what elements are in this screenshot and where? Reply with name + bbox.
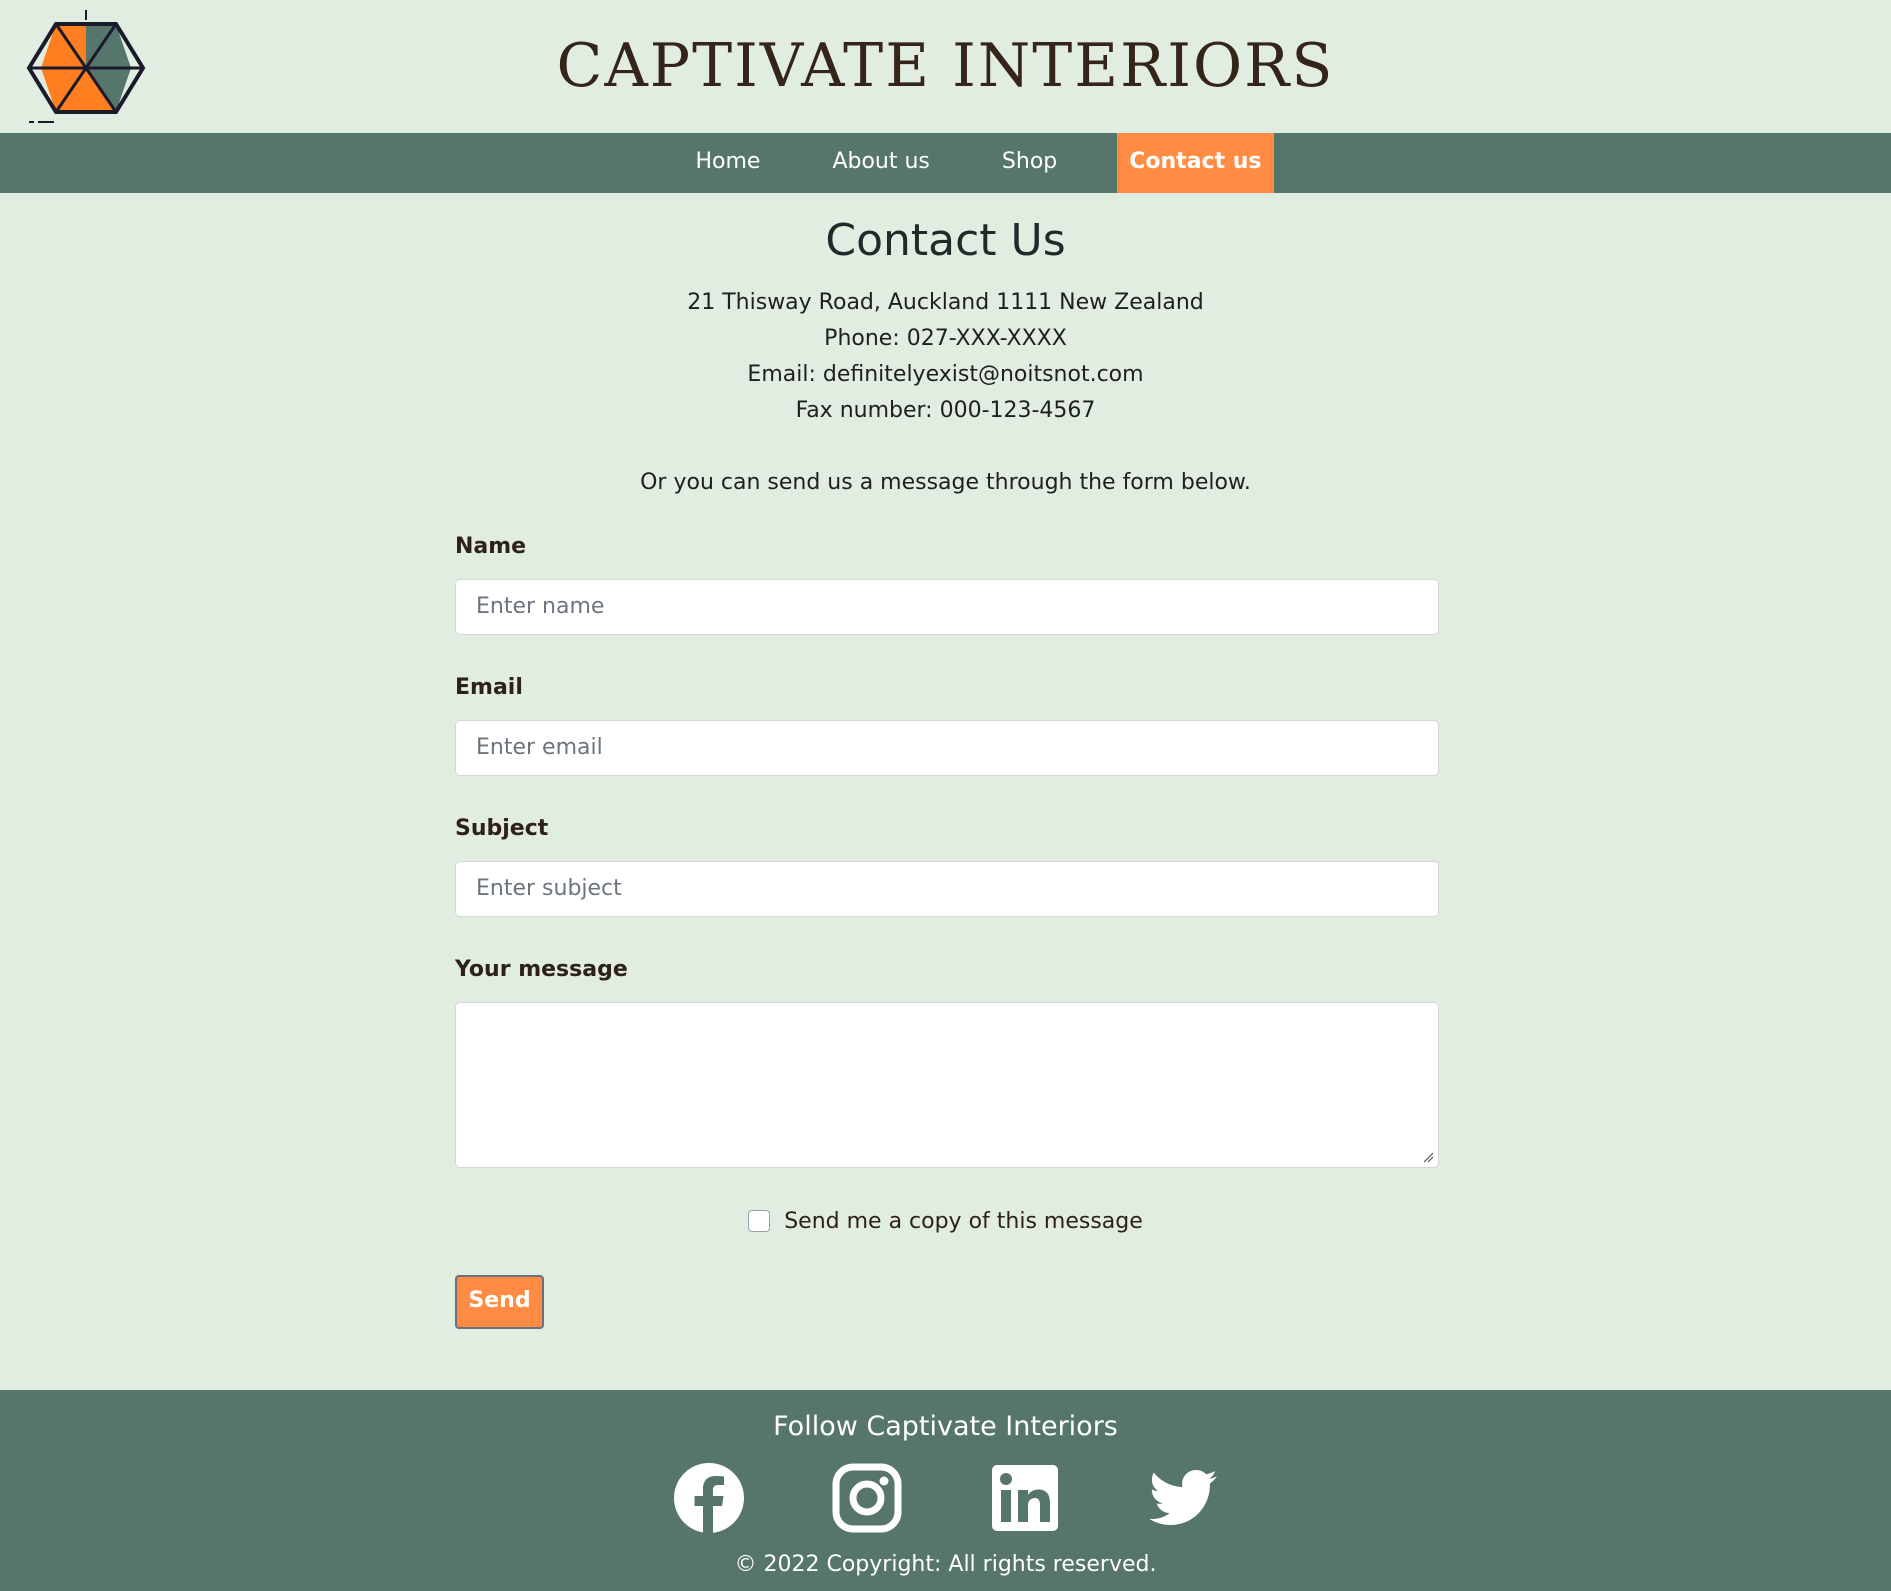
linkedin-icon[interactable] (989, 1462, 1061, 1534)
nav-item-shop[interactable]: Shop (966, 133, 1093, 193)
nav-item-home[interactable]: Home (659, 133, 796, 193)
site-title: CAPTIVATE INTERIORS (556, 31, 1335, 101)
subject-input[interactable]: Enter subject (455, 861, 1439, 917)
name-input[interactable]: Enter name (455, 579, 1439, 635)
copy-checkbox[interactable] (748, 1210, 771, 1232)
email-label: Email (455, 675, 523, 700)
social-links (0, 1462, 1891, 1538)
message-textarea[interactable] (455, 1002, 1439, 1168)
send-button[interactable]: Send (455, 1275, 544, 1329)
page-title: Contact Us (825, 215, 1066, 266)
nav-item-about[interactable]: About us (796, 133, 965, 193)
twitter-icon[interactable] (1147, 1462, 1219, 1534)
email-input[interactable]: Enter email (455, 720, 1439, 776)
copyright-text: © 2022 Copyright: All rights reserved. (734, 1552, 1157, 1577)
contact-email: Email: definitelyexist@noitsnot.com (747, 362, 1144, 387)
copy-checkbox-label[interactable]: Send me a copy of this message (784, 1209, 1143, 1234)
resize-grip-icon[interactable] (1422, 1151, 1434, 1163)
message-label: Your message (455, 957, 628, 982)
site-footer: Follow Captivate Interiors © 2022 Copyri… (0, 1390, 1891, 1591)
main-nav: Home About us Shop Contact us (0, 133, 1891, 193)
site-header: CAPTIVATE INTERIORS (0, 0, 1891, 133)
contact-phone: Phone: 027-XXX-XXXX (824, 326, 1067, 351)
contact-address: 21 Thisway Road, Auckland 1111 New Zeala… (687, 290, 1204, 315)
footer-title: Follow Captivate Interiors (773, 1411, 1118, 1442)
nav-item-contact[interactable]: Contact us (1117, 133, 1274, 193)
contact-fax: Fax number: 000-123-4567 (795, 398, 1096, 423)
copy-checkbox-row: Send me a copy of this message (0, 1206, 1891, 1236)
facebook-icon[interactable] (673, 1462, 745, 1534)
name-label: Name (455, 534, 527, 559)
subject-label: Subject (455, 816, 549, 841)
form-intro: Or you can send us a message through the… (640, 470, 1251, 495)
instagram-icon[interactable] (831, 1462, 903, 1534)
